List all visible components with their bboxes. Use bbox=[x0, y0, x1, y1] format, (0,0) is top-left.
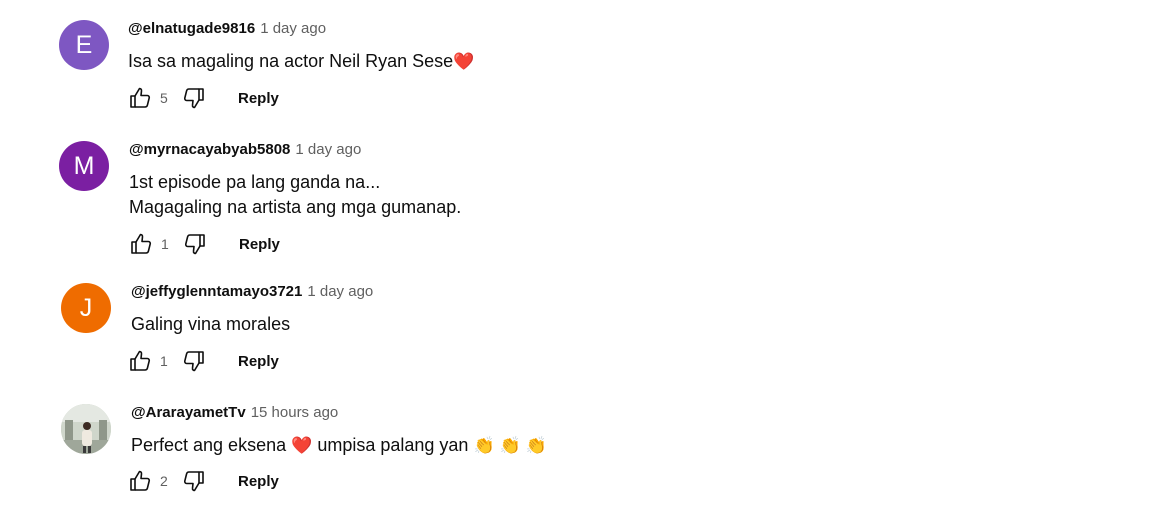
comment-header: @ArarayametTv 15 hours ago bbox=[131, 404, 547, 426]
author-name[interactable]: @elnatugade9816 bbox=[128, 20, 255, 37]
like-count: 5 bbox=[160, 90, 168, 106]
thumbs-up-icon bbox=[131, 233, 152, 254]
like-count: 1 bbox=[161, 236, 169, 252]
like-button[interactable] bbox=[128, 469, 152, 493]
comment-text: 1st episode pa lang ganda na... Magagali… bbox=[129, 170, 461, 220]
thumbs-up-icon bbox=[130, 350, 151, 371]
like-button[interactable] bbox=[128, 86, 152, 110]
thumbs-up-icon bbox=[130, 470, 151, 491]
like-count: 1 bbox=[160, 353, 168, 369]
thumbs-down-icon bbox=[183, 351, 204, 372]
comment-time[interactable]: 1 day ago bbox=[260, 20, 326, 37]
comment-text: Perfect ang eksena ❤️ umpisa palang yan … bbox=[131, 433, 547, 458]
comment-text-part: umpisa palang yan bbox=[317, 435, 469, 455]
thumbs-down-icon bbox=[183, 88, 204, 109]
comment-header: @myrnacayabyab5808 1 day ago bbox=[129, 141, 461, 163]
dislike-button[interactable] bbox=[183, 232, 207, 256]
comment-time[interactable]: 15 hours ago bbox=[251, 404, 339, 421]
author-name[interactable]: @ArarayametTv bbox=[131, 404, 246, 421]
thumbs-down-icon bbox=[183, 471, 204, 492]
clapping-hands-emoji: 👏 bbox=[499, 436, 521, 455]
clapping-hands-emoji: 👏 bbox=[473, 436, 495, 455]
avatar-letter: E bbox=[75, 30, 93, 59]
avatar[interactable]: E bbox=[59, 20, 109, 70]
thumbs-down-icon bbox=[184, 234, 205, 255]
comment-text-line: 1st episode pa lang ganda na... bbox=[129, 172, 381, 192]
comment-header: @elnatugade9816 1 day ago bbox=[128, 20, 474, 42]
comment-time[interactable]: 1 day ago bbox=[307, 283, 373, 300]
comment-actions: 1 Reply bbox=[129, 230, 280, 258]
like-count: 2 bbox=[160, 473, 168, 489]
thumbs-up-icon bbox=[130, 87, 151, 108]
comment-body: @ArarayametTv 15 hours ago Perfect ang e… bbox=[131, 404, 547, 458]
reply-button[interactable]: Reply bbox=[239, 236, 280, 253]
dislike-button[interactable] bbox=[182, 349, 206, 373]
comment-actions: 5 Reply bbox=[128, 84, 279, 112]
profile-photo-icon bbox=[61, 404, 111, 454]
clapping-hands-emoji: 👏 bbox=[525, 436, 547, 455]
reply-button[interactable]: Reply bbox=[238, 90, 279, 107]
author-name[interactable]: @myrnacayabyab5808 bbox=[129, 141, 290, 158]
comment-body: @jeffyglenntamayo3721 1 day ago Galing v… bbox=[131, 283, 373, 337]
comment-actions: 2 Reply bbox=[128, 467, 279, 495]
comment-body: @elnatugade9816 1 day ago Isa sa magalin… bbox=[128, 20, 474, 74]
avatar[interactable] bbox=[61, 404, 111, 454]
heart-emoji: ❤️ bbox=[291, 436, 313, 455]
comment-time[interactable]: 1 day ago bbox=[295, 141, 361, 158]
comment-actions: 1 Reply bbox=[128, 347, 279, 375]
comment-body: @myrnacayabyab5808 1 day ago 1st episode… bbox=[129, 141, 461, 220]
heart-emoji: ❤️ bbox=[453, 52, 475, 71]
dislike-button[interactable] bbox=[182, 469, 206, 493]
comment-text-line: Magagaling na artista ang mga gumanap. bbox=[129, 197, 462, 217]
dislike-button[interactable] bbox=[182, 86, 206, 110]
comment-text-line: Galing vina morales bbox=[131, 314, 291, 334]
like-button[interactable] bbox=[129, 232, 153, 256]
reply-button[interactable]: Reply bbox=[238, 353, 279, 370]
avatar-letter: M bbox=[73, 151, 95, 180]
comment-text-line: Isa sa magaling na actor Neil Ryan Sese bbox=[128, 51, 454, 71]
author-name[interactable]: @jeffyglenntamayo3721 bbox=[131, 283, 302, 300]
like-button[interactable] bbox=[128, 349, 152, 373]
comment-text: Galing vina morales bbox=[131, 312, 373, 337]
comment-header: @jeffyglenntamayo3721 1 day ago bbox=[131, 283, 373, 305]
comment-text-part: Perfect ang eksena bbox=[131, 435, 287, 455]
avatar[interactable]: J bbox=[61, 283, 111, 333]
avatar-letter: J bbox=[79, 293, 93, 322]
avatar[interactable]: M bbox=[59, 141, 109, 191]
reply-button[interactable]: Reply bbox=[238, 473, 279, 490]
comment-text: Isa sa magaling na actor Neil Ryan Sese❤… bbox=[128, 49, 474, 74]
